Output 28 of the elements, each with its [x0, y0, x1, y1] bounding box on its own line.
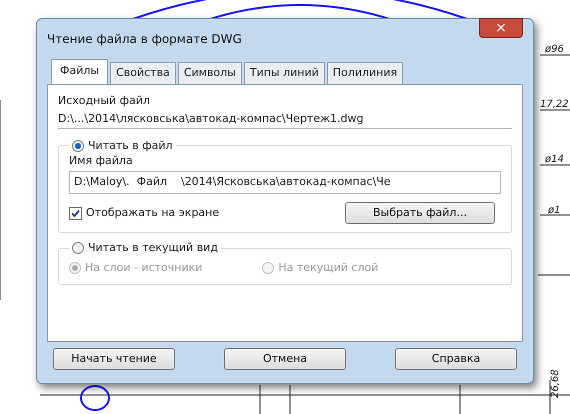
dimension-label: ø1 — [548, 204, 560, 218]
radio-label: Читать в текущий вид — [88, 241, 218, 256]
tab[interactable]: Типы линий — [244, 62, 325, 84]
tab[interactable]: Свойства — [110, 62, 176, 84]
dialog-button[interactable]: Начать чтение — [53, 348, 175, 370]
file-name-field[interactable]: D:\Maloy\. Файл \2014\Ясковська\автокад-компас\Че — [69, 171, 501, 194]
window-title: Чтение файла в формате DWG — [47, 31, 242, 48]
dimension-label: ø96 — [545, 43, 564, 57]
field-label: Исходный файл — [58, 92, 151, 108]
dimension-label: 17,22 — [540, 98, 569, 112]
radio-button[interactable] — [72, 242, 84, 254]
dimension-label: ø14 — [545, 153, 564, 167]
tab[interactable]: Символы — [178, 62, 242, 84]
source-path: D:\...\2014\лясковська\автокад-компас\Чертеж1.dwg — [58, 111, 512, 128]
radio-label: Читать в файл — [88, 138, 173, 153]
choose-file-button[interactable]: Выбрать файл... — [345, 202, 495, 224]
radio-label: На слои - источники — [85, 260, 202, 276]
close-button[interactable]: × — [479, 18, 523, 38]
tab[interactable]: Полилиния — [326, 62, 404, 84]
dimension-label: 26,68 — [549, 369, 562, 398]
radio-button[interactable] — [72, 140, 84, 152]
field-label: Имя файла — [69, 152, 134, 169]
tab[interactable]: Файлы — [51, 59, 108, 84]
checkbox[interactable] — [69, 206, 82, 220]
checkbox-label: Отображать на экране — [86, 204, 220, 221]
radio-label: На текущий слой — [278, 260, 378, 276]
dialog-button[interactable]: Отмена — [224, 348, 346, 370]
dialog-button[interactable]: Справка — [395, 348, 517, 370]
